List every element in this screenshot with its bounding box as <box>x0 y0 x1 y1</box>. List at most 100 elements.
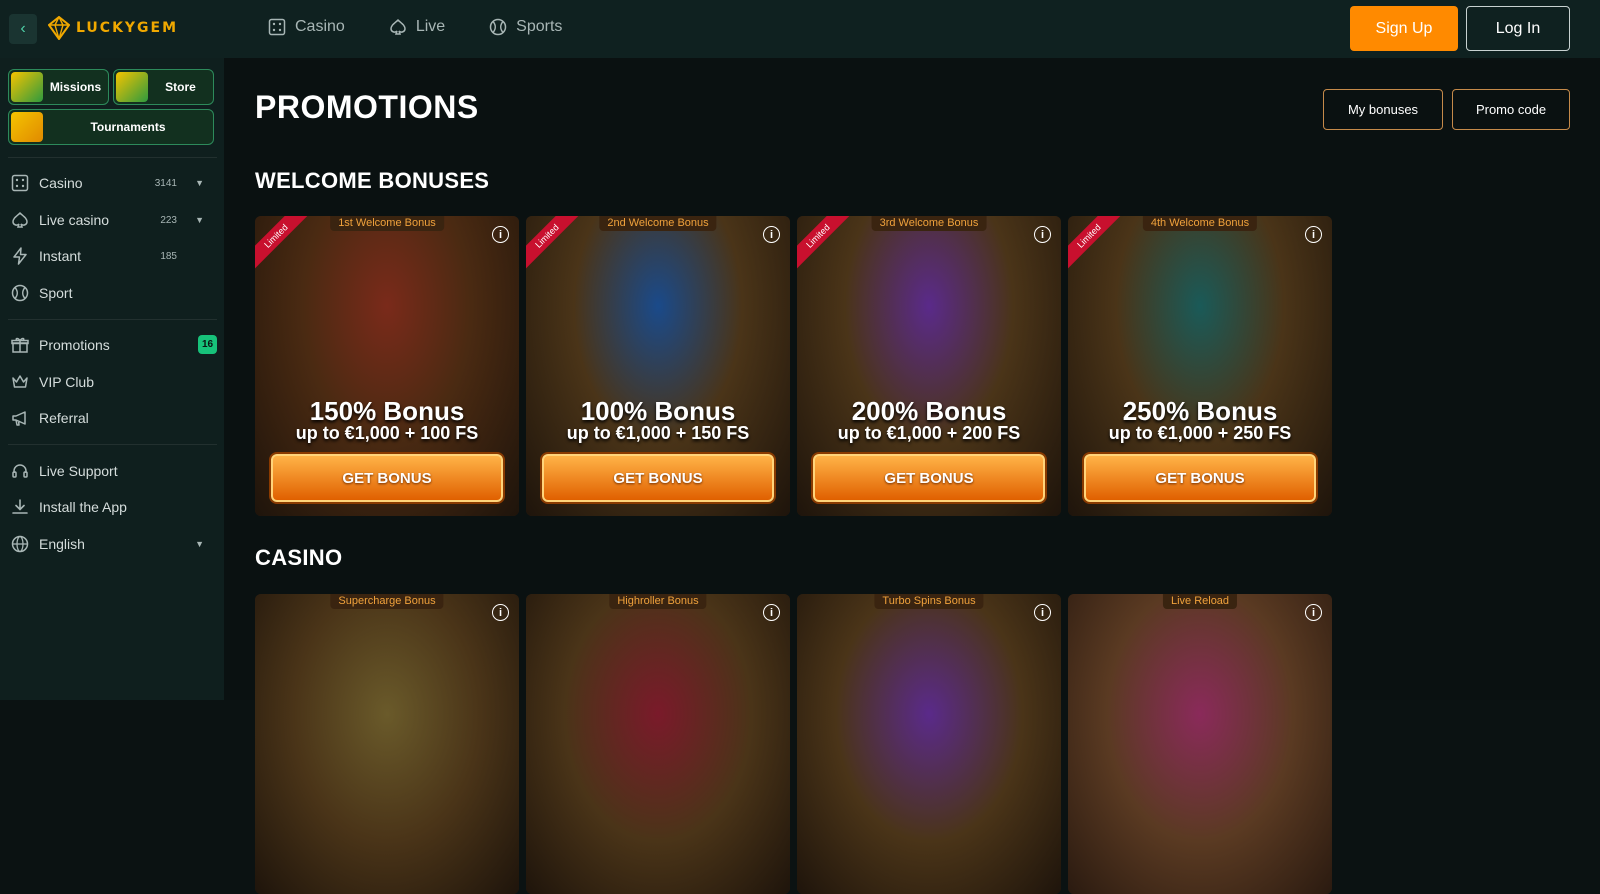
gem-logo-icon <box>48 16 70 40</box>
card-artwork <box>255 594 519 894</box>
promo-card[interactable]: Limited 2nd Welcome Bonus i 100% Bonus u… <box>526 216 790 516</box>
info-icon[interactable]: i <box>492 226 509 243</box>
ball-icon <box>489 18 507 36</box>
get-bonus-button[interactable]: GET BONUS <box>813 454 1045 502</box>
info-icon[interactable]: i <box>763 226 780 243</box>
store-thumbnail <box>116 72 148 102</box>
spade-icon <box>10 210 30 230</box>
nav-live[interactable]: Live <box>389 18 445 36</box>
store-label: Store <box>165 80 196 94</box>
nav-casino[interactable]: Casino <box>268 18 345 36</box>
main-content: PROMOTIONS My bonuses Promo code WELCOME… <box>224 58 1600 894</box>
nav-sports[interactable]: Sports <box>489 18 562 36</box>
promotions-count-badge: 16 <box>198 335 217 354</box>
get-bonus-button[interactable]: GET BONUS <box>271 454 503 502</box>
headset-icon <box>10 461 30 481</box>
collapse-sidebar-button[interactable]: ‹ <box>9 14 37 44</box>
chevron-down-icon[interactable]: ▼ <box>195 539 204 549</box>
gift-icon <box>10 335 30 355</box>
sidebar-item-referral[interactable]: Referral <box>8 403 217 433</box>
missions-label: Missions <box>49 80 102 94</box>
download-icon <box>10 497 30 517</box>
sign-up-button[interactable]: Sign Up <box>1350 6 1458 51</box>
card-tag: 1st Welcome Bonus <box>330 216 444 231</box>
sidebar-item-vip-club[interactable]: VIP Club <box>8 367 217 397</box>
sidebar-item-label: Instant <box>39 248 82 264</box>
sidebar-item-label: English <box>39 536 85 552</box>
crown-icon <box>10 372 30 392</box>
tournaments-thumbnail <box>11 112 43 142</box>
card-tag: 2nd Welcome Bonus <box>599 216 717 231</box>
spade-icon <box>390 18 406 35</box>
sidebar-item-sport[interactable]: Sport <box>8 278 217 308</box>
info-icon[interactable]: i <box>492 604 509 621</box>
card-artwork <box>797 594 1061 894</box>
sidebar-item-instant[interactable]: Instant 185 <box>8 241 217 271</box>
tournaments-button[interactable]: Tournaments <box>8 109 214 145</box>
my-bonuses-button[interactable]: My bonuses <box>1323 89 1443 130</box>
logo-text: LUCKYGEM <box>76 20 179 36</box>
sidebar-divider <box>8 444 217 445</box>
promo-card[interactable]: Turbo Spins Bonus i <box>797 594 1061 894</box>
sidebar-item-live-support[interactable]: Live Support <box>8 456 217 486</box>
get-bonus-button[interactable]: GET BONUS <box>542 454 774 502</box>
logo[interactable]: LUCKYGEM <box>48 16 178 40</box>
sidebar-item-casino[interactable]: Casino 3141 ▼ <box>8 168 217 198</box>
promo-code-button[interactable]: Promo code <box>1452 89 1570 130</box>
chevron-down-icon[interactable]: ▼ <box>195 178 204 188</box>
nav-live-label: Live <box>415 18 446 35</box>
info-icon[interactable]: i <box>1305 604 1322 621</box>
limited-ribbon: Limited <box>797 216 851 270</box>
sidebar-item-label: VIP Club <box>39 374 94 390</box>
get-bonus-button[interactable]: GET BONUS <box>1084 454 1316 502</box>
promo-card[interactable]: Highroller Bonus i <box>526 594 790 894</box>
tournaments-label: Tournaments <box>90 120 166 134</box>
sidebar-item-label: Referral <box>39 410 89 426</box>
log-in-button[interactable]: Log In <box>1466 6 1570 51</box>
sidebar-divider <box>8 157 217 158</box>
section-title-casino: CASINO <box>255 545 343 570</box>
promo-card[interactable]: Limited 4th Welcome Bonus i 250% Bonus u… <box>1068 216 1332 516</box>
info-icon[interactable]: i <box>763 604 780 621</box>
sidebar-item-live-casino[interactable]: Live casino 223 ▼ <box>8 205 217 235</box>
card-tag: Live Reload <box>1162 594 1238 609</box>
promo-card[interactable]: Limited 1st Welcome Bonus i 150% Bonus u… <box>255 216 519 516</box>
page-title: PROMOTIONS <box>255 89 479 125</box>
game-count: 185 <box>160 250 177 262</box>
promo-card[interactable]: Live Reload i <box>1068 594 1332 894</box>
info-icon[interactable]: i <box>1034 226 1051 243</box>
ribbon-label: Limited <box>255 216 309 270</box>
nav-sports-label: Sports <box>516 18 563 35</box>
sidebar-item-language[interactable]: English ▼ <box>8 529 217 559</box>
sidebar-item-label: Install the App <box>39 499 127 515</box>
card-artwork <box>526 594 790 894</box>
dice-icon <box>268 18 286 36</box>
sidebar-divider <box>8 319 217 320</box>
sidebar-item-promotions[interactable]: Promotions 16 <box>8 330 217 360</box>
limited-ribbon: Limited <box>255 216 309 270</box>
bonus-subline: up to €1,000 + 150 FS <box>566 423 750 443</box>
info-icon[interactable]: i <box>1034 604 1051 621</box>
limited-ribbon: Limited <box>1068 216 1122 270</box>
ball-icon <box>10 283 30 303</box>
globe-icon <box>10 534 30 554</box>
sidebar-item-label: Sport <box>39 285 73 301</box>
promo-card[interactable]: Supercharge Bonus i <box>255 594 519 894</box>
info-icon[interactable]: i <box>1305 226 1322 243</box>
missions-thumbnail <box>11 72 43 102</box>
bonus-subline: up to €1,000 + 100 FS <box>295 423 479 443</box>
game-count: 3141 <box>154 177 177 189</box>
bonus-subline: up to €1,000 + 250 FS <box>1108 423 1292 443</box>
sidebar-item-label: Promotions <box>39 337 110 353</box>
bolt-icon <box>10 246 30 266</box>
ribbon-label: Limited <box>797 216 851 270</box>
sidebar-item-install-app[interactable]: Install the App <box>8 492 217 522</box>
chevron-down-icon[interactable]: ▼ <box>195 215 204 225</box>
store-button[interactable]: Store <box>113 69 214 105</box>
promo-card[interactable]: Limited 3rd Welcome Bonus i 200% Bonus u… <box>797 216 1061 516</box>
sidebar-item-label: Live casino <box>39 212 110 228</box>
sidebar-item-label: Casino <box>39 175 83 191</box>
dice-icon <box>10 173 30 193</box>
missions-button[interactable]: Missions <box>8 69 109 105</box>
card-tag: Turbo Spins Bonus <box>874 594 984 609</box>
